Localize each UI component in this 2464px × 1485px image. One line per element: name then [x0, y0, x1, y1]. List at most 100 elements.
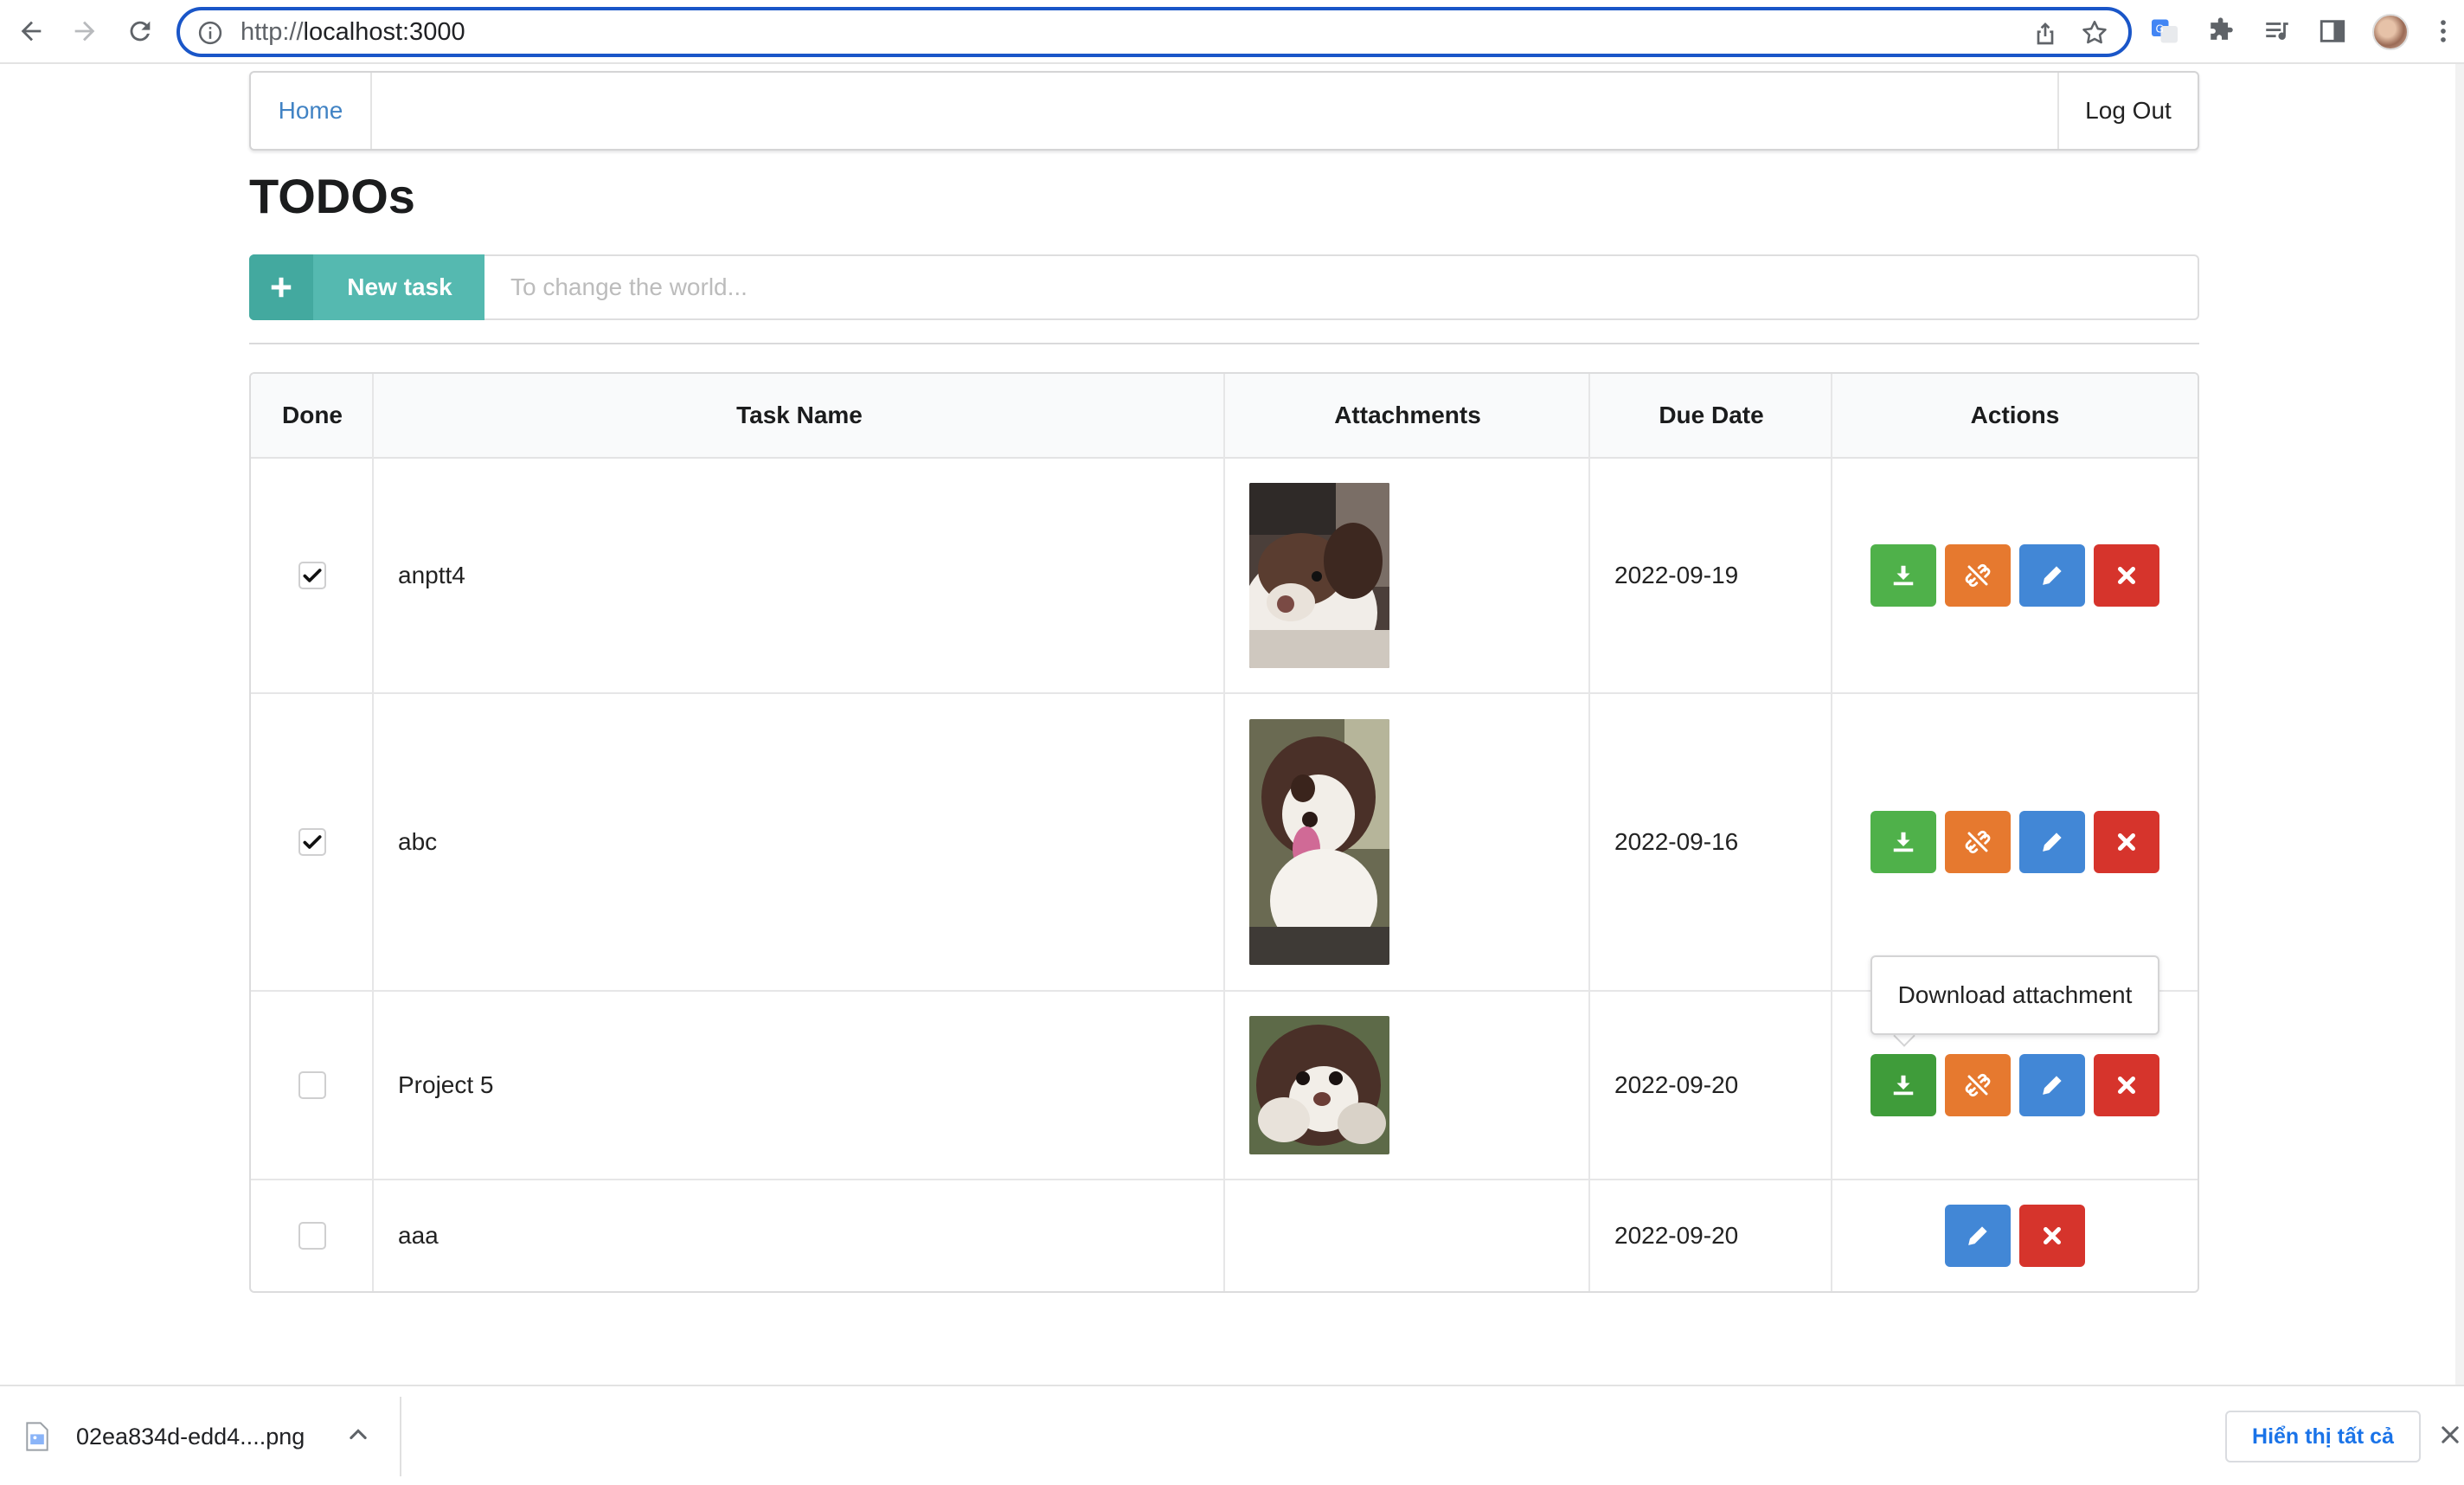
download-icon [1893, 565, 1914, 586]
done-checkbox[interactable] [298, 1071, 326, 1099]
close-icon [2118, 1077, 2135, 1094]
attachment-thumbnail[interactable] [1249, 483, 1389, 668]
attachment-thumbnail[interactable] [1249, 1016, 1389, 1154]
page-scrollbar[interactable] [2455, 64, 2464, 1385]
attachment-thumbnail[interactable] [1249, 719, 1389, 965]
task-name: anptt4 [398, 562, 465, 588]
done-checkbox[interactable] [298, 1222, 326, 1250]
attachment-cell [1225, 992, 1590, 1179]
new-task-label: New task [347, 273, 452, 300]
table-row: abc 2022-09-16 [251, 694, 2198, 992]
done-checkbox[interactable] [298, 562, 326, 589]
unlink-icon [1965, 563, 1991, 588]
remove-attachment-button[interactable] [1945, 811, 2011, 873]
close-icon [2118, 833, 2135, 851]
download-separator [400, 1397, 401, 1476]
attachment-cell [1225, 1180, 1590, 1291]
top-navbar: Home Log Out [249, 71, 2199, 151]
side-panel-icon[interactable] [2315, 14, 2350, 48]
edit-task-button[interactable] [2019, 1054, 2085, 1116]
delete-task-button[interactable] [2094, 544, 2159, 607]
done-cell [251, 459, 374, 692]
download-file-name: 02ea834d-edd4....png [76, 1423, 305, 1450]
section-divider [249, 343, 2199, 344]
column-header-task-name: Task Name [736, 402, 863, 428]
url-text[interactable]: http://localhost:3000 [241, 18, 465, 47]
forward-arrow-icon[interactable] [66, 12, 104, 50]
new-task-input[interactable] [484, 254, 2199, 320]
table-row: anptt4 2022-09-19 [251, 459, 2198, 694]
column-header-attachments: Attachments [1334, 402, 1481, 428]
todo-table: Done Task Name Attachments Due Date Acti… [249, 372, 2199, 1293]
column-header-actions: Actions [1970, 402, 2060, 428]
close-icon [2044, 1227, 2061, 1244]
download-attachment-button[interactable] [1870, 1054, 1936, 1116]
profile-avatar[interactable] [2372, 14, 2409, 50]
download-icon [1893, 832, 1914, 852]
kebab-menu-icon[interactable] [2426, 14, 2461, 48]
show-all-downloads-button[interactable]: Hiển thị tất cả [2225, 1411, 2421, 1462]
new-task-form: New task [249, 254, 2199, 320]
pencil-icon [2043, 566, 2062, 585]
due-date: 2022-09-20 [1614, 1071, 1739, 1098]
download-icon [1893, 1075, 1914, 1096]
table-row: aaa 2022-09-20 [251, 1180, 2198, 1291]
download-bar: 02ea834d-edd4....png Hiển thị tất cả [0, 1385, 2464, 1485]
download-item[interactable]: 02ea834d-edd4....png [26, 1412, 305, 1461]
done-cell [251, 1180, 374, 1291]
bookmark-star-icon[interactable] [2080, 18, 2109, 48]
delete-task-button[interactable] [2094, 1054, 2159, 1116]
edit-task-button[interactable] [2019, 544, 2085, 607]
due-date: 2022-09-20 [1614, 1222, 1739, 1249]
actions-cell [1832, 694, 2198, 990]
task-name: abc [398, 828, 438, 855]
media-queue-icon[interactable] [2260, 14, 2294, 48]
unlink-icon [1965, 830, 1991, 854]
checkmark-icon [303, 569, 322, 582]
url-scheme: http:// [241, 18, 304, 46]
back-arrow-icon[interactable] [12, 12, 50, 50]
plus-icon [249, 254, 313, 320]
browser-toolbar: http://localhost:3000 G [0, 0, 2464, 64]
delete-task-button[interactable] [2094, 811, 2159, 873]
edit-task-button[interactable] [2019, 811, 2085, 873]
actions-cell [1832, 1180, 2198, 1291]
unlink-icon [1965, 1073, 1991, 1097]
delete-task-button[interactable] [2019, 1205, 2085, 1267]
close-icon[interactable] [2438, 1423, 2462, 1447]
due-date: 2022-09-19 [1614, 562, 1739, 588]
image-file-icon [26, 1422, 48, 1451]
download-attachment-button[interactable] [1870, 811, 1936, 873]
attachment-cell [1225, 694, 1590, 990]
reload-icon[interactable] [121, 12, 159, 50]
task-name: aaa [398, 1222, 439, 1249]
logout-link[interactable]: Log Out [2057, 73, 2198, 149]
site-info-icon[interactable] [197, 20, 223, 46]
pencil-icon [2043, 1076, 2062, 1095]
done-cell [251, 992, 374, 1179]
actions-cell [1832, 459, 2198, 692]
task-name: Project 5 [398, 1071, 494, 1098]
pencil-icon [1968, 1226, 1987, 1245]
extensions-puzzle-icon[interactable] [2204, 14, 2239, 48]
nav-home-link[interactable]: Home [251, 73, 372, 149]
remove-attachment-button[interactable] [1945, 1054, 2011, 1116]
address-bar[interactable]: http://localhost:3000 [176, 7, 2132, 57]
url-host: localhost:3000 [303, 18, 465, 46]
svg-text:G: G [2156, 23, 2164, 35]
column-header-done: Done [282, 402, 343, 428]
download-tooltip: Download attachment [1870, 955, 2159, 1035]
chevron-up-icon[interactable] [346, 1423, 370, 1447]
page-title: TODOs [249, 169, 415, 223]
edit-task-button[interactable] [1945, 1205, 2011, 1267]
column-header-due-date: Due Date [1659, 402, 1764, 428]
share-icon[interactable] [2031, 19, 2059, 47]
new-task-button[interactable]: New task [249, 254, 486, 320]
due-date: 2022-09-16 [1614, 828, 1739, 855]
done-checkbox[interactable] [298, 828, 326, 856]
remove-attachment-button[interactable] [1945, 544, 2011, 607]
download-attachment-button[interactable] [1870, 544, 1936, 607]
translate-icon[interactable]: G [2147, 14, 2182, 48]
pencil-icon [2043, 832, 2062, 852]
checkmark-icon [303, 835, 322, 849]
